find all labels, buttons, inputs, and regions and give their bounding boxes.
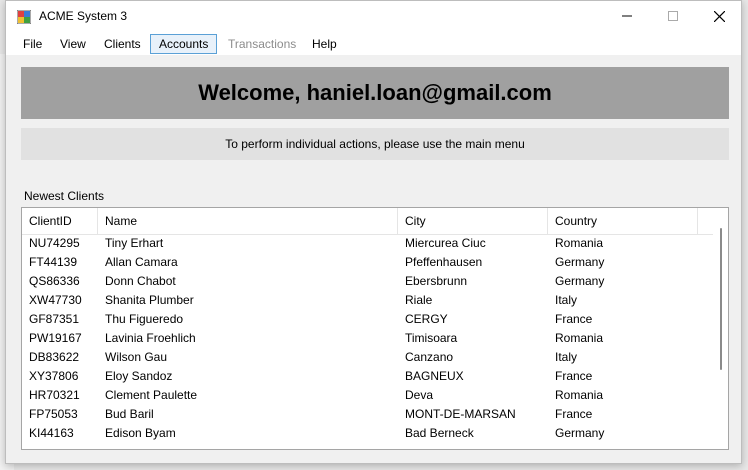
cell-country: Romania xyxy=(555,331,604,345)
window-title: ACME System 3 xyxy=(39,9,128,23)
cell-clientid: QS86336 xyxy=(29,274,80,288)
grid-header: ClientID Name City Country xyxy=(22,208,713,235)
cell-name: Allan Camara xyxy=(105,255,178,269)
table-row[interactable]: XY37806 Eloy Sandoz BAGNEUX France xyxy=(22,367,713,386)
cell-city: Timisoara xyxy=(405,331,458,345)
grid-body: NU74295 Tiny Erhart Miercurea Ciuc Romania F… xyxy=(22,234,713,443)
cell-country: Italy xyxy=(555,293,578,307)
cell-country: Germany xyxy=(555,426,605,440)
cell-clientid: GF87351 xyxy=(29,312,80,326)
column-header-country[interactable]: Country xyxy=(548,208,698,234)
cell-name: Lavinia Froehlich xyxy=(105,331,196,345)
cell-name: Edison Byam xyxy=(105,426,176,440)
table-row[interactable]: KI44163 Edison Byam Bad Berneck Germany xyxy=(22,424,713,443)
cell-city: MONT-DE-MARSAN xyxy=(405,407,516,421)
title-bar: ACME System 3 xyxy=(6,1,741,31)
welcome-banner: Welcome, haniel.loan@gmail.com xyxy=(21,67,729,119)
cell-clientid: FP75053 xyxy=(29,407,78,421)
cell-country: Germany xyxy=(555,255,605,269)
instructions-panel: To perform individual actions, please us… xyxy=(21,128,729,160)
cell-clientid: FT44139 xyxy=(29,255,78,269)
table-row[interactable]: XW47730 Shanita Plumber Riale Italy xyxy=(22,291,713,310)
cell-city: Deva xyxy=(405,388,434,402)
menu-bar: File View Clients Accounts Transactions … xyxy=(6,31,741,55)
cell-city: Ebersbrunn xyxy=(405,274,468,288)
cell-name: Donn Chabot xyxy=(105,274,176,288)
cell-country: France xyxy=(555,369,593,383)
cell-name: Tiny Erhart xyxy=(105,236,164,250)
menu-transactions: Transactions xyxy=(228,37,297,51)
table-row[interactable]: HR70321 Clement Paulette Deva Romania xyxy=(22,386,713,405)
cell-name: Eloy Sandoz xyxy=(105,369,173,383)
minimize-button[interactable] xyxy=(604,1,650,31)
column-header-city[interactable]: City xyxy=(398,208,548,234)
table-row[interactable]: FT44139 Allan Camara Pfeffenhausen Germany xyxy=(22,253,713,272)
newest-clients-label: Newest Clients xyxy=(24,189,105,203)
cell-city: Miercurea Ciuc xyxy=(405,236,486,250)
table-row[interactable]: NU74295 Tiny Erhart Miercurea Ciuc Romania xyxy=(22,234,713,253)
table-row[interactable]: QS86336 Donn Chabot Ebersbrunn Germany xyxy=(22,272,713,291)
cell-city: Bad Berneck xyxy=(405,426,474,440)
minimize-icon xyxy=(622,15,632,17)
cell-name: Bud Baril xyxy=(105,407,154,421)
cell-name: Wilson Gau xyxy=(105,350,168,364)
cell-city: CERGY xyxy=(405,312,448,326)
cell-country: France xyxy=(555,312,593,326)
cell-country: Italy xyxy=(555,350,578,364)
cell-country: Romania xyxy=(555,236,604,250)
cell-clientid: DB83622 xyxy=(29,350,80,364)
column-header-clientid[interactable]: ClientID xyxy=(22,208,98,234)
cell-name: Thu Figueredo xyxy=(105,312,184,326)
cell-city: BAGNEUX xyxy=(405,369,464,383)
cell-country: Germany xyxy=(555,274,605,288)
cell-city: Riale xyxy=(405,293,433,307)
scrollbar-thumb[interactable] xyxy=(720,228,722,370)
cell-name: Clement Paulette xyxy=(105,388,198,402)
menu-file[interactable]: File xyxy=(15,34,50,54)
maximize-icon xyxy=(668,11,678,21)
cell-clientid: KI44163 xyxy=(29,426,74,440)
cell-clientid: PW19167 xyxy=(29,331,82,345)
newest-clients-grid[interactable]: ClientID Name City Country NU74295 Tiny E… xyxy=(21,207,729,450)
menu-accounts[interactable]: Accounts xyxy=(150,34,218,54)
welcome-text: Welcome, haniel.loan@gmail.com xyxy=(198,80,552,105)
maximize-button[interactable] xyxy=(650,1,696,31)
table-row[interactable]: DB83622 Wilson Gau Canzano Italy xyxy=(22,348,713,367)
table-row[interactable]: FP75053 Bud Baril MONT-DE-MARSAN France xyxy=(22,405,713,424)
cell-clientid: NU74295 xyxy=(29,236,80,250)
column-header-name[interactable]: Name xyxy=(98,208,398,234)
close-icon xyxy=(713,10,725,22)
main-window: ACME System 3 File View Clients Accounts… xyxy=(5,0,742,464)
menu-clients[interactable]: Clients xyxy=(96,34,149,54)
cell-clientid: XW47730 xyxy=(29,293,82,307)
close-button[interactable] xyxy=(696,1,741,31)
instructions-text: To perform individual actions, please us… xyxy=(225,137,525,151)
cell-clientid: HR70321 xyxy=(29,388,80,402)
cell-country: Romania xyxy=(555,388,604,402)
vertical-scrollbar[interactable] xyxy=(713,208,728,449)
cell-clientid: XY37806 xyxy=(29,369,79,383)
cell-country: France xyxy=(555,407,593,421)
app-icon xyxy=(17,10,31,24)
table-row[interactable]: PW19167 Lavinia Froehlich Timisoara Romania xyxy=(22,329,713,348)
menu-view[interactable]: View xyxy=(52,34,94,54)
menu-help[interactable]: Help xyxy=(304,34,345,54)
cell-name: Shanita Plumber xyxy=(105,293,194,307)
table-row[interactable]: GF87351 Thu Figueredo CERGY France xyxy=(22,310,713,329)
cell-city: Pfeffenhausen xyxy=(405,255,483,269)
cell-city: Canzano xyxy=(405,350,454,364)
